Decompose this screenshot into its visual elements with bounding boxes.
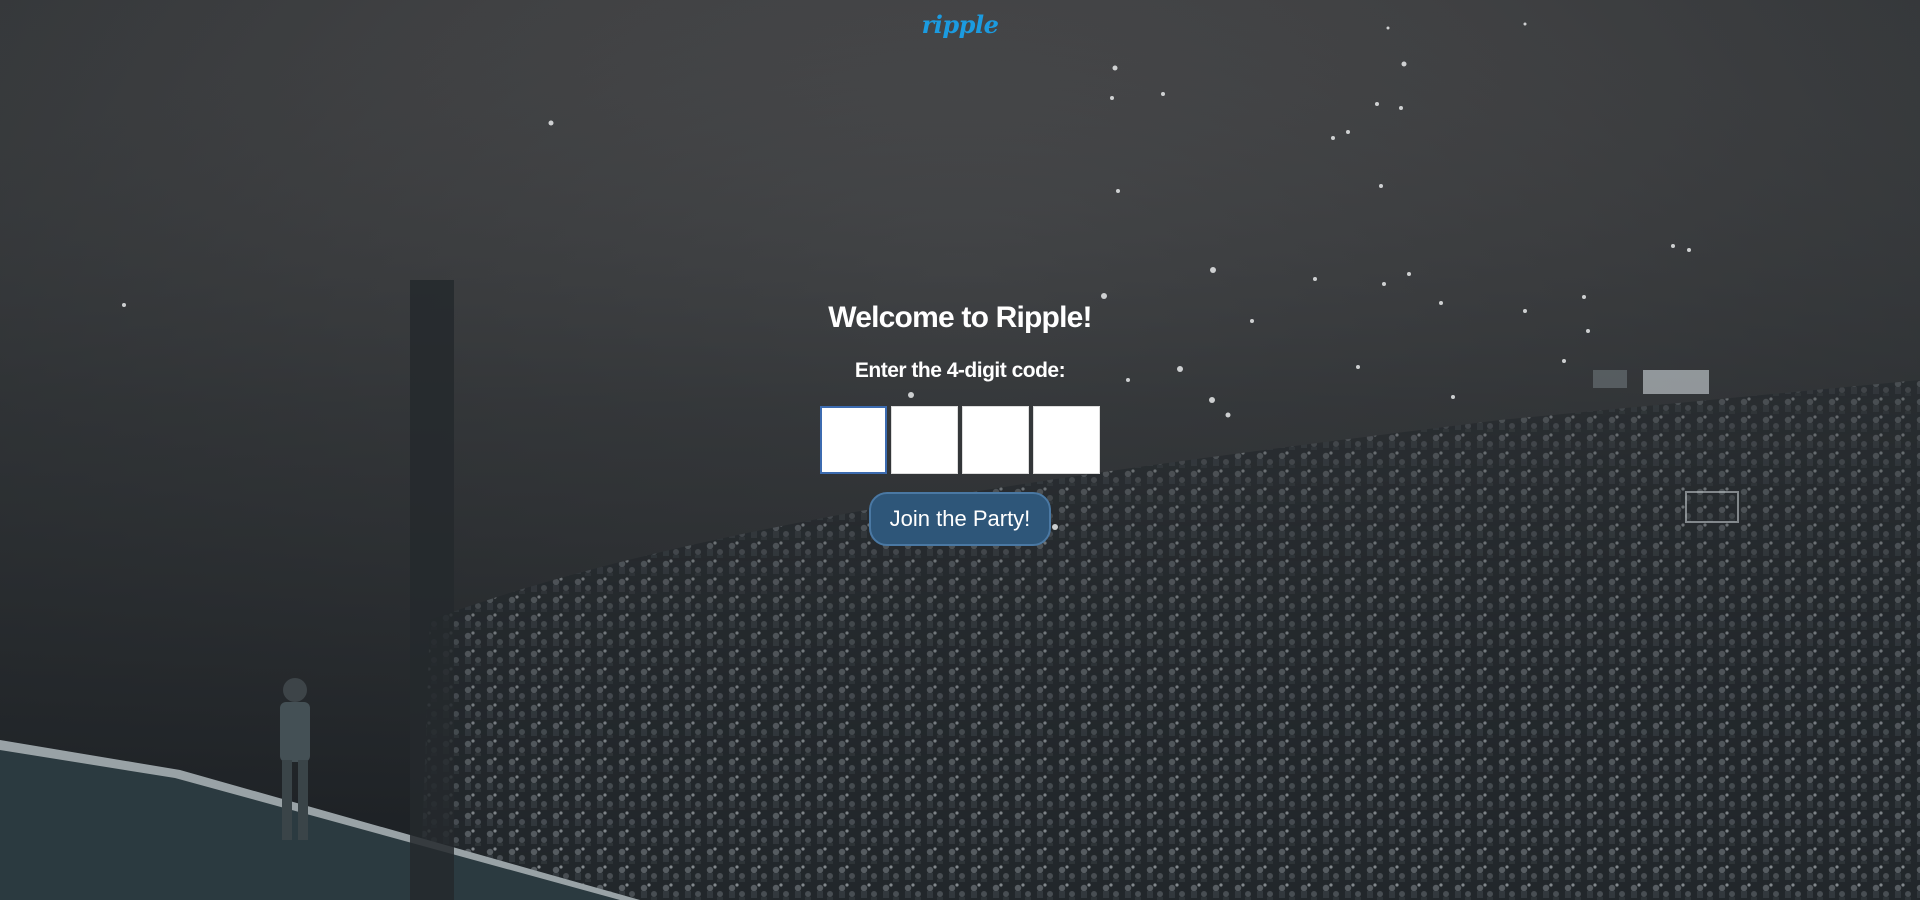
code-digit-2-input[interactable]	[891, 406, 958, 474]
code-prompt: Enter the 4-digit code:	[854, 359, 1066, 382]
join-party-button[interactable]: Join the Party!	[868, 492, 1052, 546]
code-digit-4-input[interactable]	[1033, 406, 1100, 474]
code-digit-3-input[interactable]	[962, 406, 1029, 474]
page: ripple Welcome to Ripple! Enter the 4-di…	[0, 0, 1920, 900]
ripple-logo[interactable]: ripple	[0, 10, 1920, 39]
code-digit-1-input[interactable]	[820, 406, 887, 474]
welcome-title: Welcome to Ripple!	[828, 301, 1092, 334]
code-input-group	[0, 406, 1920, 474]
join-panel: Welcome to Ripple! Enter the 4-digit cod…	[0, 296, 1920, 546]
